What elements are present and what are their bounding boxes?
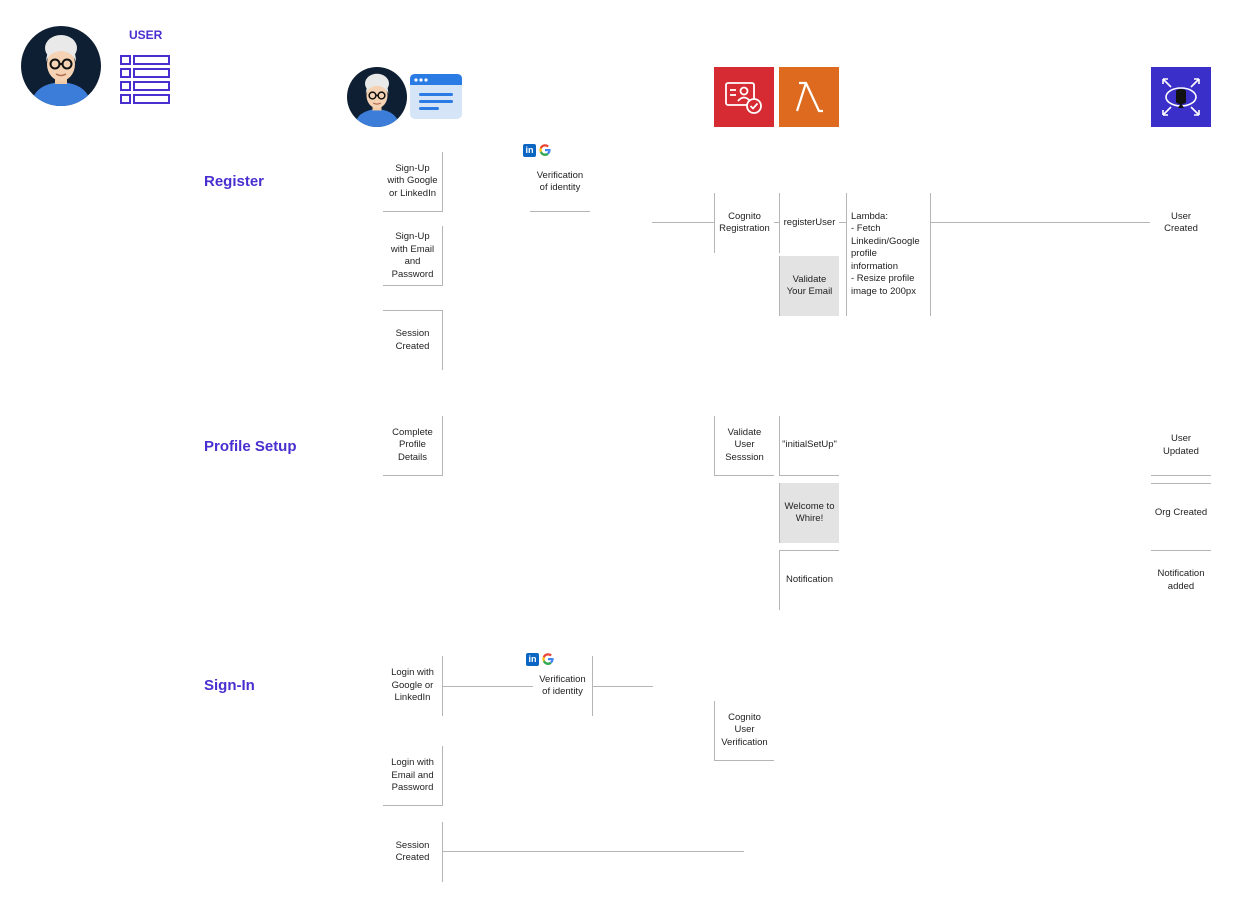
user-label: USER — [129, 28, 163, 42]
signup-email-underline — [383, 285, 443, 286]
lambda-notes-box: Lambda: - Fetch Linkedin/Google profile … — [846, 193, 931, 316]
connector-login-verification — [443, 686, 533, 687]
notification-box: Notification — [779, 550, 839, 610]
validate-session-box: Validate User Sesssion — [714, 416, 774, 476]
section-title-profile-setup: Profile Setup — [204, 438, 297, 455]
list-icon — [119, 54, 171, 111]
login-email-box[interactable]: Login with Email and Password — [383, 746, 443, 806]
validate-email-box: Validate Your Email — [779, 256, 839, 316]
database-icon — [1151, 67, 1211, 127]
register-verification-underline — [530, 211, 590, 212]
section-title-register: Register — [204, 173, 265, 190]
complete-profile-box[interactable]: Complete Profile Details — [383, 416, 443, 476]
section-title-sign-in: Sign-In — [204, 677, 255, 694]
org-created-box: Org Created — [1151, 483, 1211, 543]
initial-setup-box: "initialSetUp" — [779, 416, 839, 476]
signin-verification-box: Verification of identity — [533, 656, 593, 716]
user-created-box: User Created — [1164, 210, 1198, 235]
connector-lambda-user-created — [931, 222, 1150, 223]
login-social-box[interactable]: Login with Google or LinkedIn — [383, 656, 443, 716]
signin-session-created-box: Session Created — [383, 822, 443, 882]
cognito-icon — [714, 67, 774, 127]
session-created-box: Session Created — [383, 310, 443, 370]
cognito-registration-box: Cognito Registration — [714, 193, 774, 253]
register-verification-box: Verification of identity — [536, 169, 584, 194]
linkedin-icon: in — [523, 144, 536, 157]
client-avatar-icon — [347, 67, 407, 132]
connector-to-cognito — [652, 222, 714, 223]
user-avatar-icon — [21, 26, 101, 111]
google-icon — [538, 143, 552, 157]
user-updated-box: User Updated — [1151, 416, 1211, 476]
signup-social-box[interactable]: Sign-Up with Google or LinkedIn — [383, 152, 443, 212]
signup-email-box[interactable]: Sign-Up with Email and Password — [383, 226, 443, 286]
login-email-underline — [383, 805, 443, 806]
notification-added-box: Notification added — [1151, 550, 1211, 610]
cognito-verification-box: Cognito User Verification — [714, 701, 774, 761]
welcome-box: Welcome to Whire! — [779, 483, 839, 543]
connector-verification-right — [593, 686, 653, 687]
browser-window-icon — [409, 73, 463, 125]
register-user-box: registerUser — [779, 193, 839, 253]
connector-session-long — [443, 851, 744, 852]
lambda-icon — [779, 67, 839, 127]
